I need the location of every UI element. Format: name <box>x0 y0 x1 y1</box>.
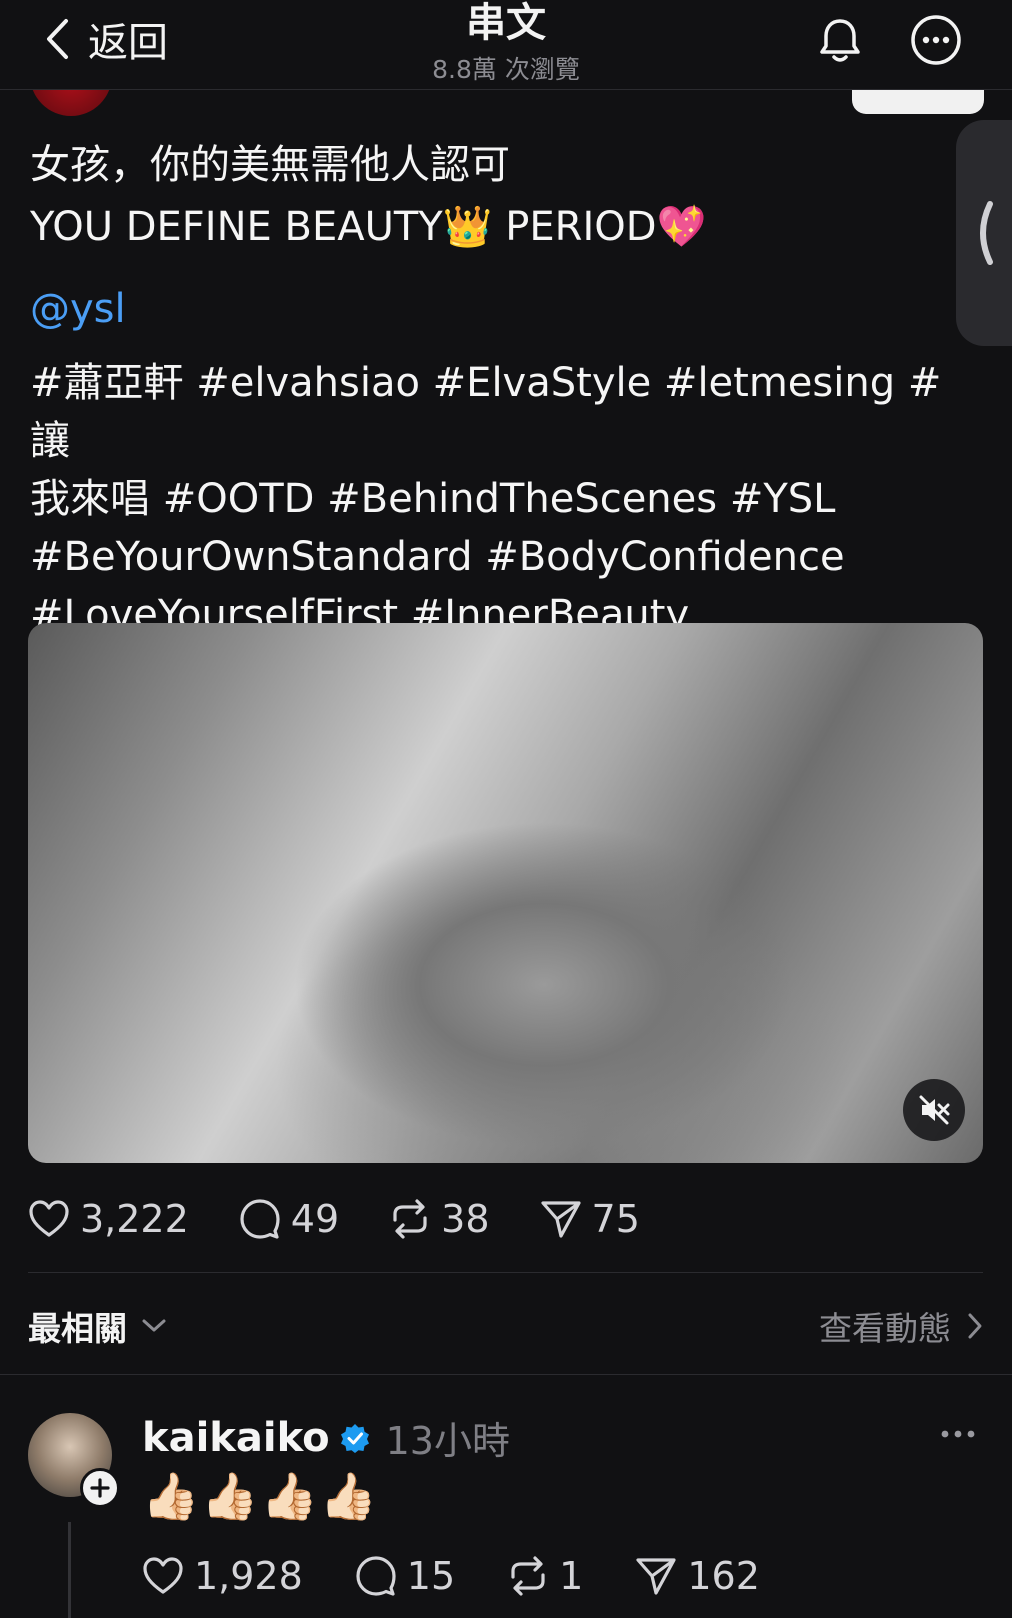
reply-username[interactable]: kaikaiko <box>142 1415 330 1461</box>
hashtag-line[interactable]: #BeYourOwnStandard #BodyConfidence <box>30 528 950 586</box>
chevron-left-icon <box>980 201 993 265</box>
hashtag-line[interactable]: #蕭亞軒 #elvahsiao #ElvaStyle #letmesing #讓 <box>30 354 950 470</box>
reply-repost-count: 1 <box>559 1554 584 1598</box>
repost-count: 38 <box>441 1197 490 1241</box>
thread-page: 返回 串文 8.8萬 次瀏覽 女孩，你的美無需他人認可 YOU DEFINE B… <box>0 0 1012 1618</box>
sort-label: 最相關 <box>28 1309 127 1348</box>
comment-button[interactable]: 49 <box>239 1197 339 1241</box>
heart-icon <box>143 1557 183 1594</box>
reply-comment-button[interactable]: 15 <box>355 1554 455 1598</box>
sort-dropdown[interactable]: 最相關 <box>28 1302 167 1350</box>
post-text-line: 女孩，你的美無需他人認可 <box>30 142 510 188</box>
view-activity-link[interactable]: 查看動態 <box>819 1302 983 1350</box>
reply-comment-count: 15 <box>406 1554 456 1598</box>
post-text-line: YOU DEFINE BEAUTY👑 PERIOD💖 <box>30 204 707 250</box>
repost-icon <box>511 1556 545 1596</box>
comment-icon <box>240 1199 280 1239</box>
hashtag-line[interactable]: 我來唱 #OOTD #BehindTheScenes #YSL <box>30 470 950 528</box>
chevron-down-icon <box>142 1319 166 1332</box>
heart-icon <box>29 1200 69 1237</box>
repost-button[interactable]: 38 <box>389 1197 490 1241</box>
divider <box>28 1272 983 1273</box>
reply-share-button[interactable]: 162 <box>635 1554 760 1598</box>
bell-icon[interactable] <box>812 12 868 68</box>
share-count: 75 <box>591 1197 640 1241</box>
chevron-right-icon <box>968 1313 982 1339</box>
verified-badge-icon <box>340 1423 369 1453</box>
like-button[interactable]: 3,222 <box>28 1197 189 1241</box>
side-panel-handle[interactable] <box>956 120 1012 346</box>
divider <box>0 1374 1012 1375</box>
send-icon <box>636 1558 676 1595</box>
reply-text: 👍🏻👍🏻👍🏻👍🏻 <box>142 1469 380 1523</box>
send-icon <box>540 1201 581 1238</box>
top-bar: 返回 串文 8.8萬 次瀏覽 <box>0 0 1012 90</box>
repost-icon <box>393 1199 427 1239</box>
replies-toolbar: 最相關 查看動態 <box>28 1296 983 1356</box>
comment-icon <box>356 1556 396 1596</box>
mention-link[interactable]: @ysl <box>30 278 950 340</box>
share-button[interactable]: 75 <box>540 1197 640 1241</box>
reply-like-count: 1,928 <box>194 1554 303 1598</box>
follow-button[interactable] <box>852 86 984 114</box>
reply-share-count: 162 <box>687 1554 760 1598</box>
hashtags: #蕭亞軒 #elvahsiao #ElvaStyle #letmesing #讓… <box>30 354 950 644</box>
plus-icon <box>90 1478 110 1498</box>
comment-count: 49 <box>290 1197 340 1241</box>
speaker-muted-icon <box>919 1095 950 1125</box>
post-body: 女孩，你的美無需他人認可 YOU DEFINE BEAUTY👑 PERIOD💖 … <box>30 134 950 644</box>
more-options-icon[interactable] <box>908 12 964 68</box>
reply-repost-button[interactable]: 1 <box>507 1554 583 1598</box>
more-horizontal-icon[interactable] <box>940 1424 976 1444</box>
view-activity-label: 查看動態 <box>819 1309 951 1348</box>
reply-timestamp: 13小時 <box>385 1419 510 1463</box>
reply-like-button[interactable]: 1,928 <box>142 1554 303 1598</box>
follow-plus-button[interactable] <box>80 1468 120 1508</box>
reply-header: kaikaiko 13小時 <box>142 1410 510 1465</box>
like-count: 3,222 <box>80 1197 189 1241</box>
mute-button[interactable] <box>903 1079 965 1141</box>
reply-actions: 1,928 15 1 162 <box>142 1548 812 1604</box>
thread-line <box>68 1522 71 1618</box>
post-video[interactable] <box>28 623 983 1163</box>
post-actions: 3,222 49 38 75 <box>28 1190 690 1248</box>
